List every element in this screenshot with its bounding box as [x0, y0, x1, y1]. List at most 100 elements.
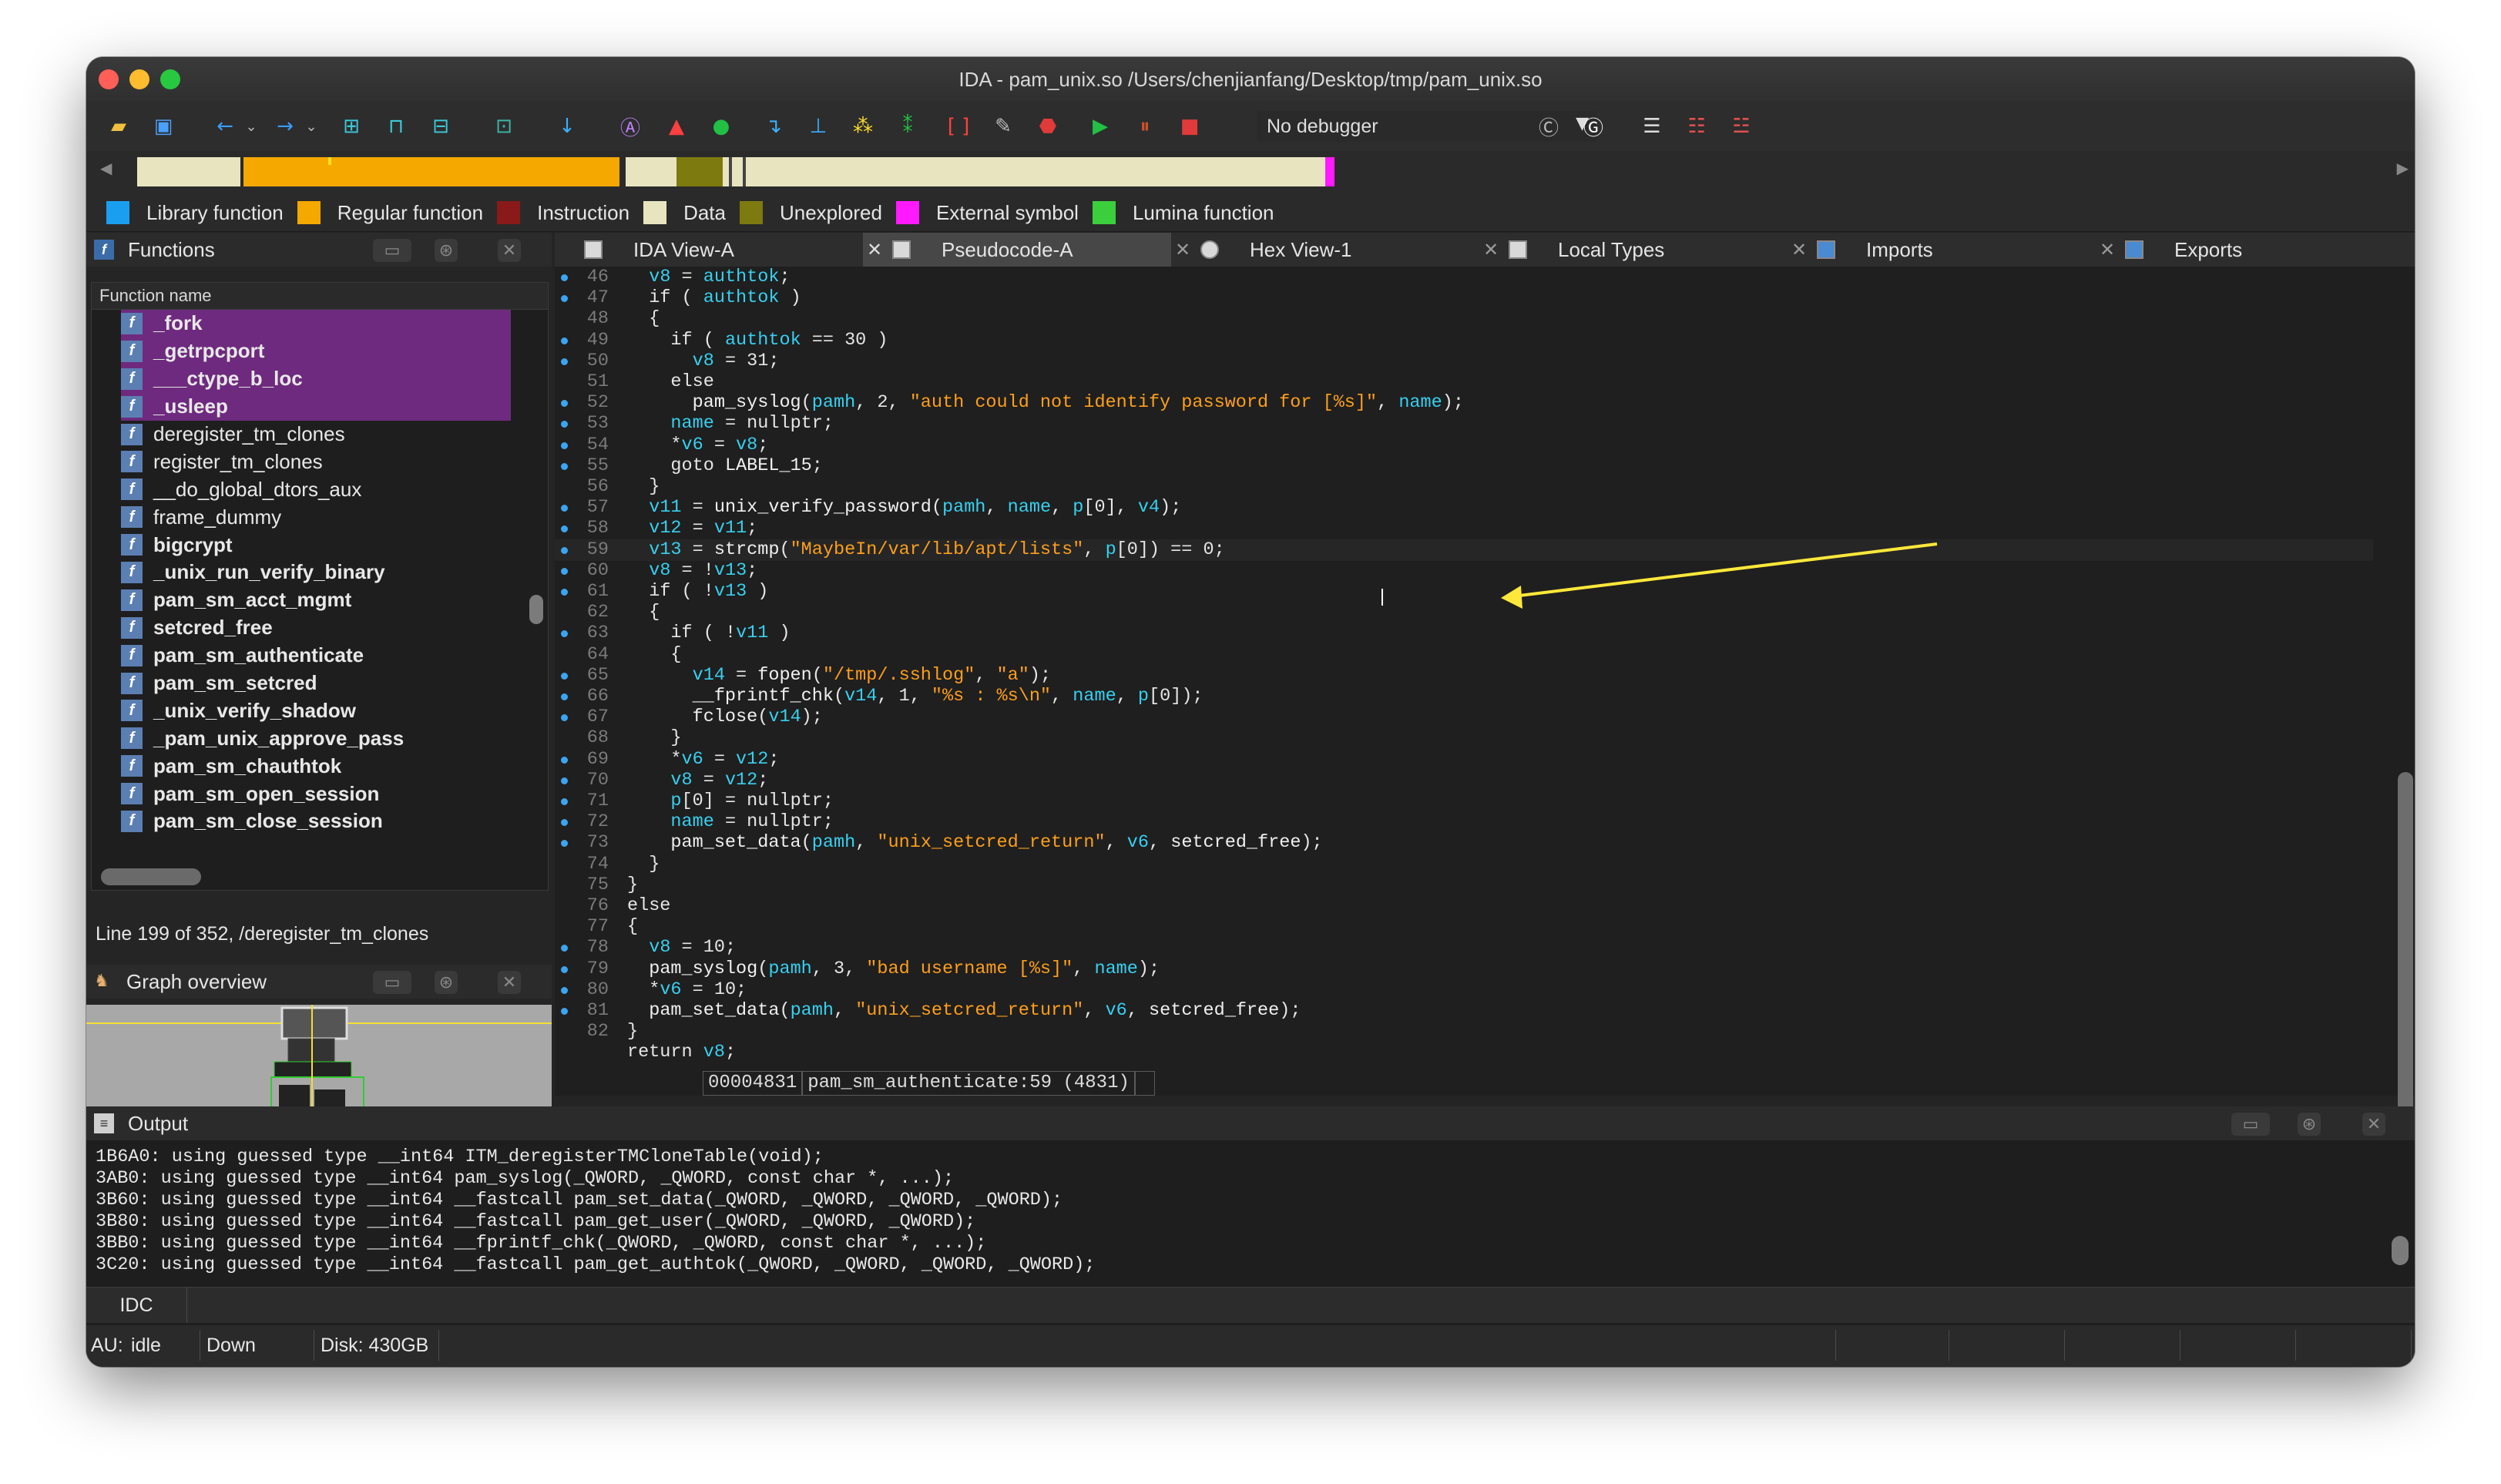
close-icon[interactable]: ✕ [498, 971, 521, 994]
function-item[interactable]: f pam_sm_authenticate [92, 642, 548, 670]
function-item[interactable]: f _pam_unix_approve_pass [92, 724, 548, 752]
output-title: Output [128, 1111, 189, 1135]
list-icon[interactable]: ☰ [1638, 112, 1666, 140]
function-item[interactable]: f pam_sm_chauthtok [92, 752, 548, 780]
function-icon: f [121, 672, 143, 694]
sync-icon[interactable]: ⊛ [435, 239, 458, 262]
edit-icon[interactable]: ✎ [989, 112, 1017, 140]
save-icon[interactable]: ▣ [149, 112, 177, 140]
disk-indicator: Disk: 430GB [316, 1330, 439, 1361]
float-panel-icon[interactable]: ▭ [373, 239, 411, 262]
code-view[interactable]: 46 v8 = authtok; 47 if ( authtok ) 48 {49 … [555, 267, 2373, 1083]
function-item[interactable]: f _usleep [121, 392, 511, 421]
function-item[interactable]: f ___ctype_b_loc [121, 364, 511, 393]
list-red-icon[interactable]: ☷ [1683, 112, 1710, 140]
close-icon[interactable]: ✕ [2362, 1113, 2385, 1136]
idc-command-input[interactable] [188, 1291, 2412, 1318]
function-item[interactable]: f _getrpcport [121, 337, 511, 365]
float-panel-icon[interactable]: ▭ [2231, 1113, 2270, 1136]
tab-hex-view-1[interactable]: ✕ Hex View-1 [1171, 233, 1479, 267]
close-tab-icon[interactable]: ✕ [1479, 239, 1502, 260]
float-panel-icon[interactable]: ▭ [373, 971, 411, 994]
function-icon: f [121, 312, 143, 334]
function-item[interactable]: f bigcrypt [92, 531, 548, 559]
close-tab-icon[interactable]: ✕ [1171, 239, 1194, 260]
xref-from-icon[interactable]: ⊥ [804, 112, 832, 140]
function-item[interactable]: f setcred_free [92, 614, 548, 642]
function-item[interactable]: f _unix_run_verify_binary [92, 559, 548, 586]
flow-icon[interactable]: ⁑ [894, 112, 922, 140]
code-scrollbar[interactable] [2398, 772, 2413, 1126]
tab-exports[interactable]: ✕ Exports [2096, 233, 2404, 267]
forward-arrow-icon[interactable]: → [271, 112, 299, 140]
function-list-scrollbar[interactable] [529, 595, 543, 624]
struct-icon[interactable]: ⁂ [849, 112, 877, 140]
function-icon: f [121, 727, 143, 750]
back-dropdown-icon[interactable]: ⌄ [237, 112, 265, 140]
idc-button[interactable]: IDC [86, 1288, 187, 1323]
navigation-band[interactable]: ◀ ▶ [86, 151, 2415, 194]
tab-ida-view-a[interactable]: IDA View-A [555, 233, 863, 267]
function-item[interactable]: f __do_global_dtors_aux [92, 475, 548, 503]
tab-imports[interactable]: ✕ Imports [1788, 233, 2096, 267]
function-item[interactable]: f pam_sm_setcred [92, 670, 548, 697]
function-item[interactable]: f pam_sm_acct_mgmt [92, 586, 548, 614]
compile-icon[interactable]: Ⓖ [1579, 112, 1607, 140]
regular-function-swatch [297, 201, 321, 224]
close-tab-icon[interactable]: ✕ [2096, 239, 2119, 260]
function-item[interactable]: f register_tm_clones [92, 448, 548, 475]
patch-icon[interactable]: ⊡ [490, 112, 518, 140]
function-item[interactable]: f deregister_tm_clones [92, 421, 548, 448]
function-item[interactable]: f pam_sm_close_session [92, 807, 548, 835]
close-icon[interactable]: ✕ [498, 239, 521, 262]
triangle-icon[interactable]: ▲ [663, 112, 690, 140]
globe-icon[interactable]: ● [707, 112, 735, 140]
function-list[interactable]: Function name f _fork f _getrpcport f ___ctyp… [91, 282, 549, 891]
output-line: 3AB0: using guessed type __int64 pam_sys… [96, 1168, 955, 1189]
function-name: _unix_verify_shadow [153, 698, 356, 722]
au-label: AU: [91, 1334, 123, 1356]
function-name-column[interactable]: Function name [92, 283, 548, 310]
output-scrollbar[interactable] [2392, 1236, 2409, 1265]
brackets-icon[interactable]: [ ] [945, 112, 972, 140]
sync-icon[interactable]: ⊛ [2298, 1113, 2321, 1136]
tab-local-types[interactable]: ✕ Local Types [1479, 233, 1788, 267]
function-name: frame_dummy [153, 505, 282, 529]
forward-dropdown-icon[interactable]: ⌄ [297, 112, 325, 140]
close-tab-icon[interactable]: ✕ [1788, 239, 1811, 260]
annotation-arrow [1381, 542, 1938, 609]
external-symbol-swatch [895, 201, 919, 224]
output-line: 3C20: using guessed type __int64 __fastc… [96, 1254, 1096, 1275]
function-item[interactable]: f _unix_verify_shadow [92, 697, 548, 724]
cfg-icon[interactable]: Ⓒ [1535, 112, 1563, 140]
output-line: 1B6A0: using guessed type __int64 ITM_de… [96, 1147, 824, 1167]
open-file-icon[interactable]: ▰ [105, 112, 133, 140]
string-icon[interactable]: Ⓐ [616, 112, 644, 140]
back-arrow-icon[interactable]: ← [211, 112, 239, 140]
nav-left-arrow-icon[interactable]: ◀ [100, 159, 112, 178]
function-list-hscrollbar[interactable] [101, 868, 201, 885]
sync-icon[interactable]: ⊛ [435, 971, 458, 994]
status-cell [2298, 1330, 2412, 1361]
function-item[interactable]: f pam_sm_open_session [92, 780, 548, 807]
text-view-icon[interactable]: ⊟ [427, 112, 455, 140]
graph-view-icon[interactable]: ⊞ [337, 112, 365, 140]
close-tab-icon[interactable]: ✕ [863, 239, 886, 260]
output-line: 3B60: using guessed type __int64 __fastc… [96, 1190, 1063, 1210]
stop-icon[interactable]: ■ [1176, 112, 1204, 140]
stop-sign-icon[interactable]: ⬣ [1034, 112, 1062, 140]
navigation-strip[interactable] [137, 157, 2376, 186]
function-name: _getrpcport [153, 339, 265, 363]
graph-overview-header: ♞ Graph overview ▭ ⊛ ✕ [86, 965, 552, 999]
jump-icon[interactable]: ↓ [553, 112, 581, 140]
function-item[interactable]: f _fork [121, 310, 511, 337]
list-red-2-icon[interactable]: ☳ [1727, 112, 1755, 140]
nav-right-arrow-icon[interactable]: ▶ [2397, 159, 2409, 178]
play-icon[interactable]: ▶ [1086, 112, 1114, 140]
pause-icon[interactable]: ⏸ [1131, 112, 1159, 140]
proximity-icon[interactable]: ⊓ [382, 112, 410, 140]
xref-to-icon[interactable]: ↴ [760, 112, 787, 140]
function-name: register_tm_clones [153, 449, 323, 473]
function-item[interactable]: f frame_dummy [92, 503, 548, 531]
tab-pseudocode-a[interactable]: ✕ Pseudocode-A [863, 233, 1171, 267]
